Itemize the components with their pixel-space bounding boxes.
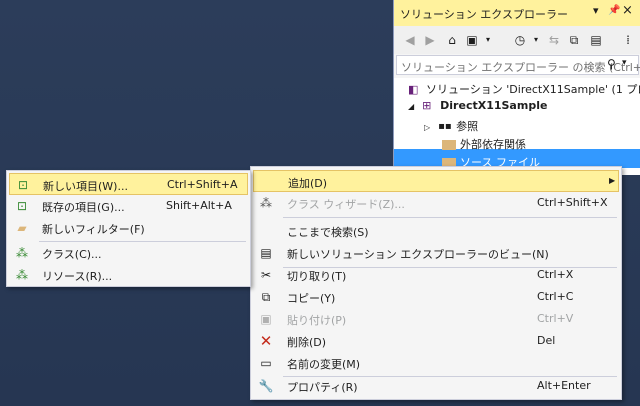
tree-node-external-dependencies[interactable]: 外部依存関係 [442,136,526,152]
sync-icon[interactable]: ⇆ [546,32,562,48]
menu-item-label: プロパティ(R) [287,381,358,394]
close-icon[interactable]: × [622,3,633,18]
chevron-down-icon[interactable]: ▾ [528,32,544,48]
menu-item-label: 削除(D) [287,336,327,349]
menu-item-label: 新しいソリューション エクスプローラーのビュー(N) [287,248,549,261]
menu-item-label: ここまで検索(S) [287,226,369,239]
menu-item-copy[interactable]: ⧉ コピー(Y) Ctrl+C [253,286,619,308]
rename-icon: ▭ [260,356,272,370]
overflow-icon[interactable]: ⁞ [620,32,636,48]
menu-item-shortcut: Ctrl+C [537,290,574,303]
home-icon[interactable]: ⌂ [444,32,460,48]
menu-item-label: 切り取り(T) [287,270,347,283]
submenu-item-label: 新しいフィルター(F) [42,223,145,236]
copy-icon: ⧉ [261,290,271,304]
menu-item-add[interactable]: 追加(D) ▶ [253,170,619,192]
tree-node-label: 参照 [456,120,479,133]
solution-icon: ◧ [408,83,419,96]
class-wizard-icon: ⁂ [260,196,272,210]
resource-icon: ⁂ [16,268,28,282]
delete-x-icon: ✕ [259,332,273,350]
chevron-down-icon[interactable]: ▾ [622,58,627,68]
submenu-item-new-item[interactable]: ⊡ 新しい項目(W)... Ctrl+Shift+A [9,173,248,195]
search-placeholder: ソリューション エクスプローラー の検索 (Ctrl+ [401,61,640,74]
solution-explorer-search-input[interactable]: ソリューション エクスプローラー の検索 (Ctrl+ ⚲ ▾ [396,55,640,75]
back-icon[interactable]: ◀ [402,32,418,48]
search-icon[interactable]: ⚲ [607,57,616,71]
menu-item-label: クラス ウィザード(Z)... [287,198,405,211]
add-submenu: ⊡ 新しい項目(W)... Ctrl+Shift+A ⊡ 既存の項目(G)...… [6,170,251,287]
submenu-item-label: 既存の項目(G)... [42,201,125,214]
menu-separator [283,217,617,218]
existing-item-icon: ⊡ [16,199,28,213]
menu-item-shortcut: Del [537,334,556,347]
forward-icon[interactable]: ▶ [422,32,438,48]
project-icon: ⊞ [422,99,432,112]
solution-explorer-panel: ソリューション エクスプローラー ▾ 📌 × ◀ ▶ ⌂ ▣ ▾ ◷ ▾ ⇆ ⧉… [393,0,640,175]
submenu-item-existing-item[interactable]: ⊡ 既存の項目(G)... Shift+Alt+A [9,195,248,217]
tree-node-project[interactable]: ◢ ⊞ DirectX11Sample [408,99,547,112]
menu-item-shortcut: Ctrl+V [537,312,574,325]
submenu-item-shortcut: Shift+Alt+A [166,199,232,212]
submenu-item-shortcut: Ctrl+Shift+A [167,178,238,191]
new-folder-icon: ▰ [17,221,27,235]
expanded-triangle-icon[interactable]: ◢ [408,102,414,111]
context-menu: 追加(D) ▶ ⁂ クラス ウィザード(Z)... Ctrl+Shift+X こ… [250,166,622,400]
menu-item-cut[interactable]: ✂ 切り取り(T) Ctrl+X [253,264,619,286]
menu-item-label: コピー(Y) [287,292,336,305]
clipboard-icon: ▣ [260,312,272,326]
tree-node-label: DirectX11Sample [440,99,548,112]
menu-item-scope-to-this[interactable]: ここまで検索(S) [253,220,619,242]
collapse-all-icon[interactable]: ⧉ [566,32,582,48]
pin-icon[interactable]: 📌 [608,5,620,16]
menu-item-delete[interactable]: ✕ 削除(D) Del [253,330,619,352]
menu-item-label: 追加(D) [288,177,328,190]
tree-node-label: ソリューション 'DirectX11Sample' (1 プロジェ [426,83,640,96]
collapsed-triangle-icon[interactable]: ▷ [424,123,430,132]
menu-item-label: 貼り付け(P) [287,314,347,327]
wrench-icon: 🔧 [258,379,274,393]
submenu-item-label: クラス(C)... [42,248,102,261]
folder-icon [442,140,456,150]
new-item-icon: ⊡ [17,178,29,192]
solution-explorer-title-bar: ソリューション エクスプローラー ▾ 📌 × [394,0,640,26]
window-position-icon[interactable]: ▾ [593,4,599,17]
submenu-arrow-icon: ▶ [609,176,616,185]
references-icon: ▪▪ [438,121,452,132]
submenu-item-label: リソース(R)... [42,270,113,283]
submenu-item-new-filter[interactable]: ▰ 新しいフィルター(F) [9,217,248,239]
solution-explorer-title: ソリューション エクスプローラー [400,8,568,21]
menu-item-rename[interactable]: ▭ 名前の変更(M) [253,352,619,374]
tree-node-solution[interactable]: ◧ ソリューション 'DirectX11Sample' (1 プロジェ [408,81,640,97]
switch-views-icon[interactable]: ▣ [464,32,480,48]
solution-tree: ◧ ソリューション 'DirectX11Sample' (1 プロジェ ◢ ⊞ Dir… [394,78,640,175]
menu-item-new-se-view[interactable]: ▤ 新しいソリューション エクスプローラーのビュー(N) [253,242,619,264]
menu-item-paste[interactable]: ▣ 貼り付け(P) Ctrl+V [253,308,619,330]
scissors-icon: ✂ [260,268,272,282]
chevron-down-icon[interactable]: ▾ [480,32,496,48]
submenu-item-label: 新しい項目(W)... [43,180,128,193]
submenu-item-class[interactable]: ⁂ クラス(C)... [9,242,248,264]
tree-node-label: 外部依存関係 [460,138,526,151]
show-all-files-icon[interactable]: ▤ [588,32,604,48]
tree-node-references[interactable]: ▷ ▪▪ 参照 [424,118,478,134]
pending-changes-icon[interactable]: ◷ [512,32,528,48]
menu-item-shortcut: Ctrl+X [537,268,574,281]
class-icon: ⁂ [16,246,28,260]
submenu-item-resource[interactable]: ⁂ リソース(R)... [9,264,248,286]
new-view-icon: ▤ [260,246,272,260]
menu-item-class-wizard[interactable]: ⁂ クラス ウィザード(Z)... Ctrl+Shift+X [253,192,619,214]
menu-item-label: 名前の変更(M) [287,358,361,371]
solution-explorer-toolbar: ◀ ▶ ⌂ ▣ ▾ ◷ ▾ ⇆ ⧉ ▤ ⁞ [394,26,640,54]
menu-item-properties[interactable]: 🔧 プロパティ(R) Alt+Enter [253,375,619,397]
menu-item-shortcut: Ctrl+Shift+X [537,196,608,209]
menu-item-shortcut: Alt+Enter [537,379,591,392]
